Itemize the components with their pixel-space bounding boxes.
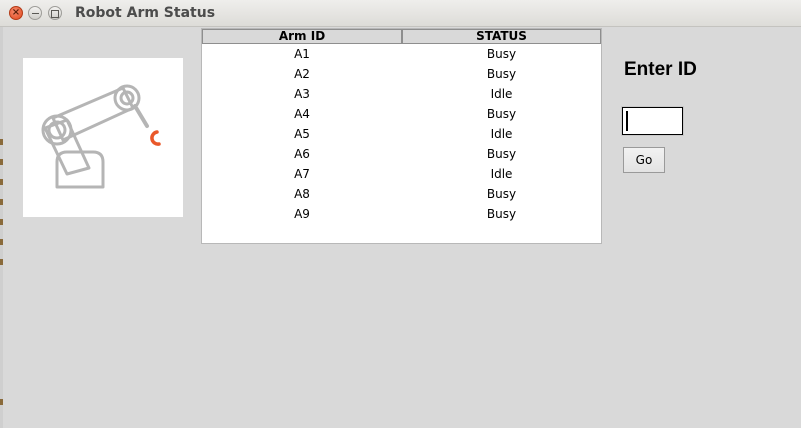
arm-status-table[interactable]: Arm ID STATUS A1 Busy A2 Busy A3 Idle A4 Bus…	[201, 28, 602, 244]
status-cell: Busy	[486, 107, 517, 121]
table-row[interactable]: A1 Busy	[202, 44, 601, 64]
arm-id-cell: A1	[294, 47, 310, 61]
arm-id-cell: A2	[294, 67, 310, 81]
table-row[interactable]: A2 Busy	[202, 64, 601, 84]
status-cell: Idle	[490, 127, 513, 141]
status-cell: Busy	[486, 187, 517, 201]
arm-id-cell: A3	[294, 87, 310, 101]
minimize-window-button[interactable]	[28, 6, 42, 20]
robot-arm-image	[23, 58, 183, 217]
enter-id-label: Enter ID	[624, 59, 697, 80]
window-titlebar: × Robot Arm Status	[0, 0, 801, 27]
maximize-icon	[51, 10, 59, 18]
table-row[interactable]: A3 Idle	[202, 84, 601, 104]
table-row[interactable]: A9 Busy	[202, 204, 601, 224]
column-header-status[interactable]: STATUS	[402, 29, 601, 44]
status-cell: Idle	[490, 167, 513, 181]
table-body: A1 Busy A2 Busy A3 Idle A4 Busy A5 Idle A6 Bus…	[202, 44, 601, 224]
arm-id-cell: A8	[294, 187, 310, 201]
column-header-arm-id[interactable]: Arm ID	[202, 29, 402, 44]
go-button[interactable]: Go	[623, 147, 665, 173]
arm-id-input[interactable]	[621, 106, 684, 136]
arm-id-cell: A5	[294, 127, 310, 141]
status-cell: Idle	[490, 87, 513, 101]
table-row[interactable]: A6 Busy	[202, 144, 601, 164]
background-window-edge	[0, 27, 3, 428]
table-row[interactable]: A8 Busy	[202, 184, 601, 204]
arm-id-cell: A7	[294, 167, 310, 181]
table-row[interactable]: A7 Idle	[202, 164, 601, 184]
robot-arm-icon	[41, 84, 161, 189]
arm-id-cell: A9	[294, 207, 310, 221]
close-window-button[interactable]: ×	[9, 6, 23, 20]
minimize-icon	[31, 13, 39, 14]
table-row[interactable]: A5 Idle	[202, 124, 601, 144]
status-cell: Busy	[486, 147, 517, 161]
table-header: Arm ID STATUS	[202, 29, 601, 45]
status-cell: Busy	[486, 67, 517, 81]
table-row[interactable]: A4 Busy	[202, 104, 601, 124]
status-cell: Busy	[486, 47, 517, 61]
status-cell: Busy	[486, 207, 517, 221]
arm-id-cell: A4	[294, 107, 310, 121]
arm-id-cell: A6	[294, 147, 310, 161]
maximize-window-button[interactable]	[48, 6, 62, 20]
text-cursor	[626, 111, 628, 131]
window-title: Robot Arm Status	[75, 5, 216, 21]
